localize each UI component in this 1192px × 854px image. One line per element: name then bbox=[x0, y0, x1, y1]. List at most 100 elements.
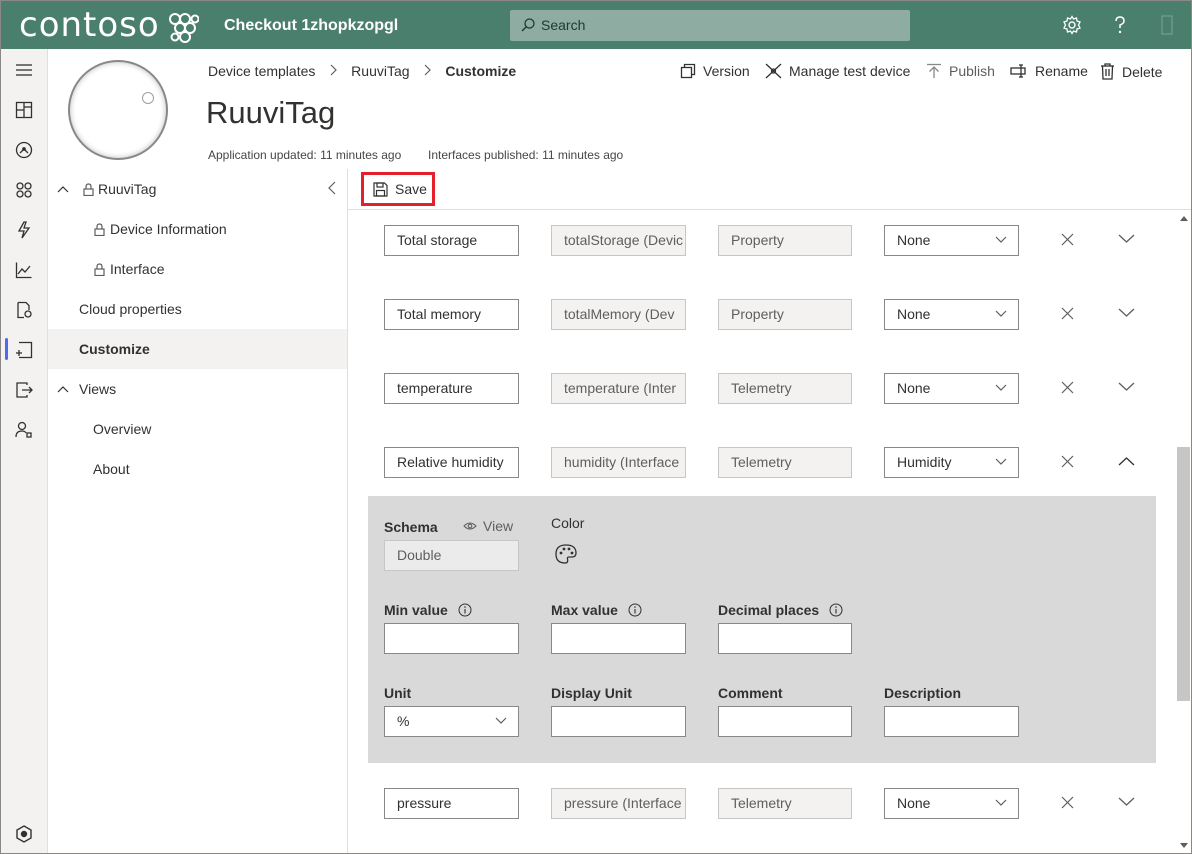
display-name-input[interactable]: Total memory bbox=[384, 299, 519, 330]
nav-item-overview[interactable]: Overview bbox=[48, 409, 347, 449]
publish-icon bbox=[927, 63, 941, 78]
close-icon[interactable] bbox=[1061, 381, 1074, 394]
eye-icon bbox=[463, 522, 477, 530]
chevron-up-icon bbox=[57, 186, 69, 193]
nav-item-cloud-properties[interactable]: Cloud properties bbox=[48, 289, 347, 329]
rename-icon bbox=[1010, 64, 1026, 78]
publish-button[interactable]: Publish bbox=[926, 63, 995, 79]
chevron-down-icon[interactable] bbox=[1118, 797, 1135, 807]
decimal-places-label: Decimal places bbox=[718, 602, 843, 618]
save-icon bbox=[373, 181, 388, 197]
rules-icon[interactable] bbox=[1, 211, 47, 249]
devices-icon[interactable] bbox=[1, 131, 47, 169]
display-name-input[interactable]: Relative humidity bbox=[384, 447, 519, 478]
info-icon[interactable] bbox=[628, 603, 642, 617]
chevron-up-icon[interactable] bbox=[1118, 456, 1135, 466]
chevron-down-icon bbox=[995, 384, 1007, 391]
semantic-type-dropdown[interactable]: None bbox=[884, 373, 1019, 404]
unit-dropdown[interactable]: % bbox=[384, 706, 519, 737]
display-name-input[interactable]: pressure bbox=[384, 788, 519, 819]
chevron-down-icon[interactable] bbox=[1118, 382, 1135, 392]
capability-type-field: Property bbox=[718, 299, 852, 330]
device-groups-icon[interactable] bbox=[1, 171, 47, 209]
color-label: Color bbox=[551, 515, 585, 531]
search-icon bbox=[521, 18, 535, 32]
app-updated-text: Application updated: 11 minutes ago bbox=[208, 148, 402, 162]
view-schema-link[interactable]: View bbox=[463, 518, 513, 534]
manage-test-device-button[interactable]: Manage test device bbox=[765, 63, 910, 79]
save-button[interactable]: Save bbox=[361, 172, 435, 206]
scroll-down-icon[interactable] bbox=[1180, 843, 1188, 849]
semantic-type-dropdown[interactable]: None bbox=[884, 788, 1019, 819]
capability-name-field: temperature (Inter bbox=[551, 373, 686, 404]
max-value-label: Max value bbox=[551, 602, 642, 618]
grapes-logo-icon bbox=[169, 13, 199, 43]
nav-item-interface[interactable]: Interface bbox=[48, 249, 347, 289]
delete-button[interactable]: Delete bbox=[1100, 63, 1162, 80]
test-device-icon bbox=[765, 63, 782, 79]
capability-name-field: totalMemory (Dev bbox=[551, 299, 686, 330]
capability-type-field: Telemetry bbox=[718, 447, 852, 478]
chevron-down-icon[interactable] bbox=[1118, 234, 1135, 244]
palette-icon[interactable] bbox=[555, 544, 577, 564]
scroll-up-icon[interactable] bbox=[1180, 215, 1188, 221]
chevron-down-icon bbox=[995, 310, 1007, 317]
breadcrumb-ruuvitag[interactable]: RuuviTag bbox=[351, 63, 409, 79]
device-templates-icon[interactable] bbox=[1, 331, 47, 369]
decimal-places-input[interactable] bbox=[718, 623, 852, 654]
description-input[interactable] bbox=[884, 706, 1019, 737]
analytics-icon[interactable] bbox=[1, 251, 47, 289]
comment-input[interactable] bbox=[718, 706, 852, 737]
menu-icon[interactable] bbox=[1, 51, 47, 89]
chevron-down-icon bbox=[995, 799, 1007, 806]
rename-button[interactable]: Rename bbox=[1010, 63, 1088, 79]
nav-item-views[interactable]: Views bbox=[48, 369, 347, 409]
capability-type-field: Telemetry bbox=[718, 788, 852, 819]
semantic-type-dropdown[interactable]: None bbox=[884, 299, 1019, 330]
capability-name-field: pressure (Interface bbox=[551, 788, 686, 819]
nav-item-device-information[interactable]: Device Information bbox=[48, 209, 347, 249]
close-icon[interactable] bbox=[1061, 455, 1074, 468]
max-value-input[interactable] bbox=[551, 623, 686, 654]
display-unit-input[interactable] bbox=[551, 706, 686, 737]
scrollbar-thumb[interactable] bbox=[1177, 447, 1190, 701]
search-input[interactable]: Search bbox=[510, 10, 910, 41]
collapse-nav-icon[interactable] bbox=[327, 181, 336, 195]
close-icon[interactable] bbox=[1061, 307, 1074, 320]
close-icon[interactable] bbox=[1061, 233, 1074, 246]
info-icon[interactable] bbox=[458, 603, 472, 617]
account-icon[interactable] bbox=[1159, 15, 1175, 35]
nav-item-about[interactable]: About bbox=[48, 449, 347, 489]
close-icon[interactable] bbox=[1061, 796, 1074, 809]
iot-central-icon[interactable] bbox=[1, 815, 47, 853]
chevron-down-icon bbox=[995, 236, 1007, 243]
gear-icon[interactable] bbox=[1062, 15, 1082, 35]
chevron-down-icon[interactable] bbox=[1118, 308, 1135, 318]
semantic-type-dropdown[interactable]: Humidity bbox=[884, 447, 1019, 478]
device-image bbox=[68, 60, 168, 160]
dashboard-icon[interactable] bbox=[1, 91, 47, 129]
display-name-input[interactable]: Total storage bbox=[384, 225, 519, 256]
min-value-label: Min value bbox=[384, 602, 472, 618]
semantic-type-dropdown[interactable]: None bbox=[884, 225, 1019, 256]
version-button[interactable]: Version bbox=[680, 63, 750, 79]
toolbar: Save bbox=[348, 169, 1191, 210]
brand-logo: contoso bbox=[19, 5, 160, 45]
customize-panel: Save Total storage totalStorage (Devic P… bbox=[348, 169, 1191, 853]
help-icon[interactable] bbox=[1111, 15, 1129, 35]
version-icon bbox=[680, 63, 696, 79]
breadcrumb-device-templates[interactable]: Device templates bbox=[208, 63, 315, 79]
unit-label: Unit bbox=[384, 685, 412, 701]
nav-item-customize[interactable]: Customize bbox=[48, 329, 347, 369]
jobs-icon[interactable] bbox=[1, 291, 47, 329]
chevron-right-icon bbox=[423, 63, 432, 79]
breadcrumb: Device templates RuuviTag Customize bbox=[208, 63, 516, 79]
nav-item-ruuvitag[interactable]: RuuviTag bbox=[48, 169, 347, 209]
comment-label: Comment bbox=[718, 685, 783, 701]
administration-icon[interactable] bbox=[1, 411, 47, 449]
min-value-input[interactable] bbox=[384, 623, 519, 654]
data-export-icon[interactable] bbox=[1, 371, 47, 409]
search-placeholder: Search bbox=[541, 17, 586, 33]
info-icon[interactable] bbox=[829, 603, 843, 617]
display-name-input[interactable]: temperature bbox=[384, 373, 519, 404]
